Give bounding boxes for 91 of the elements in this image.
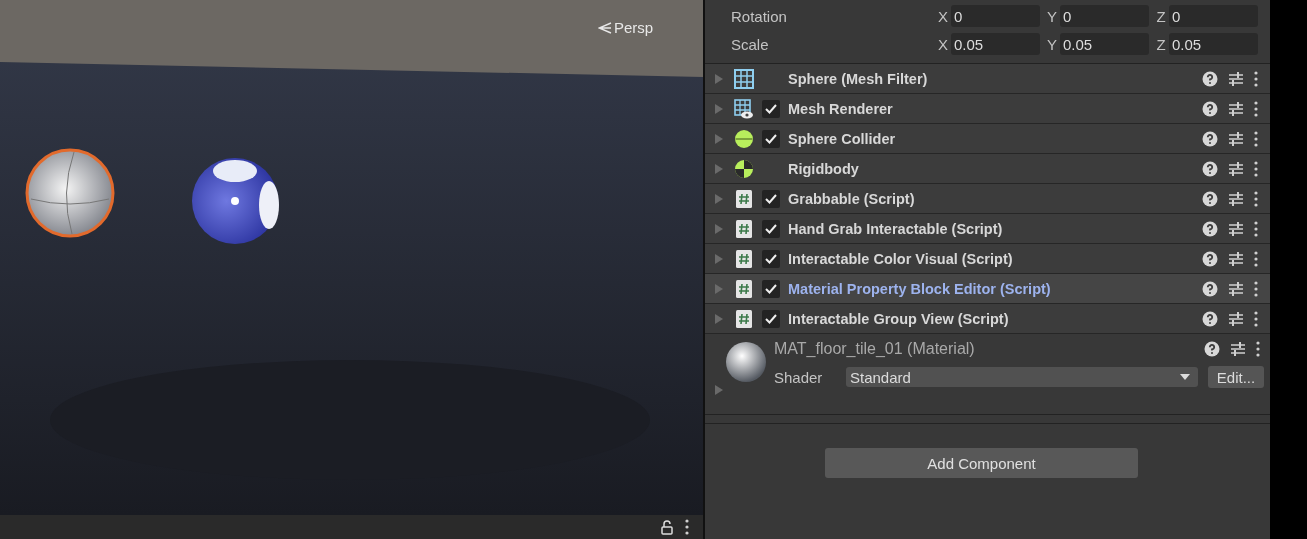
sliders-icon[interactable]: [1228, 220, 1244, 237]
help-icon[interactable]: [1202, 70, 1218, 87]
more-icon[interactable]: [1254, 70, 1258, 87]
sliders-icon[interactable]: [1228, 310, 1244, 327]
shader-dropdown[interactable]: Standard: [846, 367, 1198, 387]
property-label: Scale: [731, 35, 770, 53]
axis-label: X: [937, 7, 949, 25]
more-icon[interactable]: [1254, 220, 1258, 237]
component-name: Interactable Color Visual (Script): [788, 250, 1014, 267]
help-icon[interactable]: [1202, 250, 1218, 267]
component-header[interactable]: Sphere Collider: [705, 124, 1270, 154]
script-icon: [735, 218, 753, 239]
checkbox[interactable]: [762, 309, 780, 328]
sliders-icon[interactable]: [1228, 70, 1244, 87]
component-name: Hand Grab Interactable (Script): [788, 220, 1004, 237]
add-component-button[interactable]: Add Component: [825, 448, 1138, 478]
help-icon[interactable]: [1202, 190, 1218, 207]
component-name: Rigidbody: [788, 160, 860, 177]
help-icon[interactable]: [1202, 100, 1218, 117]
component-header[interactable]: Rigidbody: [705, 154, 1270, 184]
shader-label: Shader: [774, 368, 824, 386]
sliders-icon[interactable]: [1228, 250, 1244, 267]
component-header[interactable]: Material Property Block Editor (Script): [705, 274, 1270, 304]
number-field[interactable]: 0.05: [1060, 33, 1149, 55]
more-icon[interactable]: [1254, 280, 1258, 297]
component-name: Mesh Renderer: [788, 100, 894, 117]
more-icon[interactable]: [1254, 310, 1258, 327]
checkbox[interactable]: [762, 189, 780, 208]
help-icon[interactable]: [1202, 220, 1218, 237]
help-icon[interactable]: [1202, 310, 1218, 327]
axis-label: X: [937, 35, 949, 53]
script-icon: [735, 248, 753, 269]
checkbox[interactable]: [762, 219, 780, 238]
caret-icon: [1180, 374, 1190, 380]
checkbox[interactable]: [762, 99, 780, 118]
component-name: Sphere Collider: [788, 130, 897, 147]
axis-label: Y: [1046, 35, 1058, 53]
perspective-icon[interactable]: [598, 21, 612, 34]
component-header[interactable]: Hand Grab Interactable (Script): [705, 214, 1270, 244]
checkbox[interactable]: [762, 249, 780, 268]
number-field[interactable]: 0.05: [1169, 33, 1258, 55]
view-label[interactable]: Persp: [614, 19, 654, 36]
more-icon[interactable]: [685, 519, 689, 535]
component-name: Interactable Group View (Script): [788, 310, 1010, 327]
number-field[interactable]: 0.05: [951, 33, 1040, 55]
number-field[interactable]: 0: [1060, 5, 1149, 27]
sliders-icon[interactable]: [1228, 130, 1244, 147]
component-header[interactable]: Mesh Renderer: [705, 94, 1270, 124]
material-name: MAT_floor_tile_01 (Material): [774, 340, 975, 358]
help-icon[interactable]: [1202, 160, 1218, 177]
sliders-icon[interactable]: [1230, 341, 1246, 357]
sliders-icon[interactable]: [1228, 160, 1244, 177]
help-icon[interactable]: [1204, 341, 1220, 357]
more-icon[interactable]: [1254, 160, 1258, 177]
component-header[interactable]: Interactable Color Visual (Script): [705, 244, 1270, 274]
component-header[interactable]: Interactable Group View (Script): [705, 304, 1270, 334]
more-icon[interactable]: [1254, 190, 1258, 207]
script-icon: [735, 278, 753, 299]
sliders-icon[interactable]: [1228, 190, 1244, 207]
grid-eye-icon: [734, 98, 754, 119]
rigidbody-icon: [734, 158, 754, 179]
ball-drawing[interactable]: [192, 158, 279, 244]
more-icon[interactable]: [1254, 130, 1258, 147]
number-field[interactable]: 0: [1169, 5, 1258, 27]
checkbox[interactable]: [762, 279, 780, 298]
grid-icon: [734, 68, 754, 89]
component-header[interactable]: Sphere (Mesh Filter): [705, 64, 1270, 94]
axis-label: Z: [1155, 7, 1167, 25]
help-icon[interactable]: [1202, 130, 1218, 147]
number-field[interactable]: 0: [951, 5, 1040, 27]
lock-icon[interactable]: [661, 519, 673, 535]
property-label: Rotation: [731, 7, 788, 25]
checkbox[interactable]: [762, 129, 780, 148]
sliders-icon[interactable]: [1228, 280, 1244, 297]
material-sphere-icon: [724, 340, 768, 384]
axis-label: Z: [1155, 35, 1167, 53]
more-icon[interactable]: [1254, 250, 1258, 267]
help-icon[interactable]: [1202, 280, 1218, 297]
component-name: Material Property Block Editor (Script): [788, 280, 1052, 297]
sliders-icon[interactable]: [1228, 100, 1244, 117]
script-icon: [735, 188, 753, 209]
sphere-drawing[interactable]: [25, 148, 115, 238]
more-icon[interactable]: [1254, 100, 1258, 117]
component-name: Sphere (Mesh Filter): [788, 70, 929, 87]
edit-button[interactable]: Edit...: [1208, 366, 1264, 388]
component-name: Grabbable (Script): [788, 190, 916, 207]
more-icon[interactable]: [1256, 341, 1260, 357]
component-header[interactable]: Grabbable (Script): [705, 184, 1270, 214]
script-icon: [735, 308, 753, 329]
sphere-icon: [734, 128, 754, 149]
axis-label: Y: [1046, 7, 1058, 25]
